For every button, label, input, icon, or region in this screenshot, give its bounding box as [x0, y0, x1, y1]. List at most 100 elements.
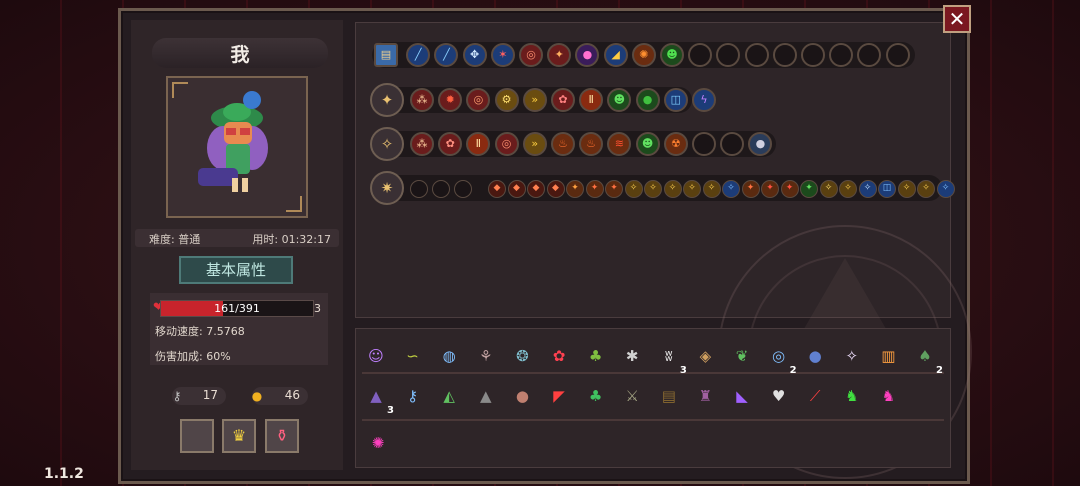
- green-flask-icon[interactable]: ♣: [582, 342, 610, 370]
- hooded-mage-icon[interactable]: ☺: [362, 342, 390, 370]
- gold-rune-icon[interactable]: ✧: [683, 180, 701, 198]
- blue-bolt-icon[interactable]: ╱: [406, 43, 431, 67]
- empty-spell-slot[interactable]: [829, 43, 854, 67]
- gold-rune-icon[interactable]: ✧: [644, 180, 662, 198]
- green-hat-icon[interactable]: ◭: [435, 382, 463, 410]
- key-icon[interactable]: ⚷: [399, 382, 427, 410]
- flower-icon[interactable]: ✿: [551, 88, 575, 112]
- treasure-chest-icon[interactable]: ▤: [374, 43, 398, 67]
- gold-rune-icon[interactable]: ✧: [897, 180, 916, 198]
- blue-rune-icon[interactable]: ✧: [858, 180, 877, 198]
- double-arrow-icon[interactable]: »: [522, 88, 547, 112]
- spiral-icon[interactable]: ◫: [663, 88, 688, 112]
- consumable-slot-potion[interactable]: ⚱: [265, 419, 299, 453]
- purple-idol-icon[interactable]: ♜: [691, 382, 719, 410]
- blue-rune-icon[interactable]: ◫: [878, 180, 896, 198]
- triple-orb-icon[interactable]: ✥: [462, 43, 487, 67]
- empty-spell-slot[interactable]: [720, 132, 745, 156]
- radiation-icon[interactable]: ☢: [663, 132, 688, 156]
- green-rune-icon[interactable]: ✦: [800, 180, 818, 198]
- ember-icon[interactable]: ✦: [547, 43, 572, 67]
- shell-icon[interactable]: ◈: [691, 342, 719, 370]
- consumable-slot-lantern[interactable]: ♛: [222, 419, 256, 453]
- empty-spell-slot[interactable]: [432, 180, 450, 198]
- flower-icon[interactable]: ✿: [438, 132, 463, 156]
- gold-rune-icon[interactable]: ✧: [624, 180, 643, 198]
- close-button[interactable]: ✕: [943, 5, 971, 33]
- wand-slot-3[interactable]: ✧: [370, 127, 404, 161]
- fire-rune-icon[interactable]: ✦: [585, 180, 604, 198]
- blue-rune-icon[interactable]: ✧: [722, 180, 740, 198]
- empty-spell-slot[interactable]: [692, 132, 716, 156]
- fire-claw-icon[interactable]: ♨: [551, 132, 575, 156]
- blue-rune-icon[interactable]: ✧: [936, 180, 955, 198]
- rune-icon[interactable]: ◆: [546, 180, 565, 198]
- dark-chest-icon[interactable]: ▤: [655, 382, 683, 410]
- lightning-icon[interactable]: ϟ: [692, 88, 716, 112]
- fire-rune-icon[interactable]: ✦: [780, 180, 799, 198]
- gear-icon[interactable]: ⚙: [494, 88, 519, 112]
- flame-ring-icon[interactable]: ✺: [631, 43, 656, 67]
- empty-spell-slot[interactable]: [410, 180, 428, 198]
- quill-icon[interactable]: ⚘: [472, 342, 500, 370]
- gold-rune-icon[interactable]: ✧: [839, 180, 857, 198]
- gold-rune-icon[interactable]: ✧: [702, 180, 721, 198]
- green-skull-icon[interactable]: ☻: [660, 43, 684, 67]
- rune-icon[interactable]: ◆: [527, 180, 545, 198]
- split-spell-icon[interactable]: ⁂: [410, 132, 434, 156]
- empty-spell-slot[interactable]: [744, 43, 769, 67]
- fire-rune-icon[interactable]: ✦: [741, 180, 760, 198]
- rune-icon[interactable]: ◆: [507, 180, 526, 198]
- empty-spell-slot[interactable]: [688, 43, 713, 67]
- pause-icon[interactable]: Ⅱ: [579, 88, 604, 112]
- dark-cloak-icon[interactable]: ▲ 3: [362, 382, 394, 416]
- amulet-icon[interactable]: ❂: [508, 342, 536, 370]
- wand-slot-4[interactable]: ✷: [370, 171, 404, 205]
- consumable-slot-empty[interactable]: [180, 419, 214, 453]
- target-icon[interactable]: ◎: [494, 132, 519, 156]
- worm-icon[interactable]: ∽: [399, 342, 427, 370]
- target-icon[interactable]: ◎: [519, 43, 543, 67]
- green-orb-icon[interactable]: ●: [635, 88, 660, 112]
- red-flower-icon[interactable]: ✿: [545, 342, 573, 370]
- gold-rune-icon[interactable]: ✧: [819, 180, 838, 198]
- fire-claw-icon[interactable]: ♨: [579, 132, 604, 156]
- fire-rune-icon[interactable]: ✦: [566, 180, 584, 198]
- fan-icon[interactable]: ◢: [603, 43, 628, 67]
- gold-rune-icon[interactable]: ✧: [917, 180, 935, 198]
- magenta-vortex-icon[interactable]: ✺: [364, 429, 392, 457]
- empty-spell-slot[interactable]: [801, 43, 825, 67]
- fairy-icon[interactable]: ✧: [838, 342, 866, 370]
- double-arrow-icon[interactable]: »: [522, 132, 547, 156]
- rune-icon[interactable]: ◆: [488, 180, 506, 198]
- fire-rune-icon[interactable]: ✦: [605, 180, 623, 198]
- egg-icon[interactable]: ●: [508, 382, 536, 410]
- leaf-icon[interactable]: ❦: [728, 342, 756, 370]
- skull-heart-icon[interactable]: ♥: [765, 382, 793, 410]
- green-skull-icon[interactable]: ☻: [635, 132, 660, 156]
- spider-icon[interactable]: ✱: [618, 342, 646, 370]
- tab-basic-attributes[interactable]: 基本属性: [179, 256, 293, 284]
- wand-slot-2[interactable]: ✦: [370, 83, 404, 117]
- red-bird-icon[interactable]: ◤: [545, 382, 573, 410]
- empty-spell-slot[interactable]: [885, 43, 910, 67]
- swirl-icon[interactable]: ✹: [438, 88, 463, 112]
- stone-sword-icon[interactable]: ⚔: [618, 382, 646, 410]
- moss-icon[interactable]: ♠ 2: [911, 342, 943, 376]
- empty-spell-slot[interactable]: [454, 180, 472, 198]
- split-spell-icon[interactable]: ⁂: [410, 88, 434, 112]
- red-feather-icon[interactable]: ⟋: [801, 382, 829, 410]
- mirror-icon[interactable]: ◍: [435, 342, 463, 370]
- fang-icon[interactable]: ʬ3: [655, 342, 687, 376]
- fire-burst-icon[interactable]: ✶: [490, 43, 515, 67]
- scroll-icon[interactable]: ▥: [874, 342, 902, 370]
- clover-icon[interactable]: ♣: [582, 382, 610, 410]
- pink-demon-icon[interactable]: ♞: [874, 382, 902, 410]
- ring-icon[interactable]: ◎ 2: [765, 342, 797, 376]
- gold-rune-icon[interactable]: ✧: [663, 180, 682, 198]
- blue-beetle-icon[interactable]: ●: [801, 342, 829, 370]
- purple-boot-icon[interactable]: ◣: [728, 382, 756, 410]
- green-demon-icon[interactable]: ♞: [838, 382, 866, 410]
- empty-spell-slot[interactable]: [772, 43, 797, 67]
- gray-robe-icon[interactable]: ▲: [472, 382, 500, 410]
